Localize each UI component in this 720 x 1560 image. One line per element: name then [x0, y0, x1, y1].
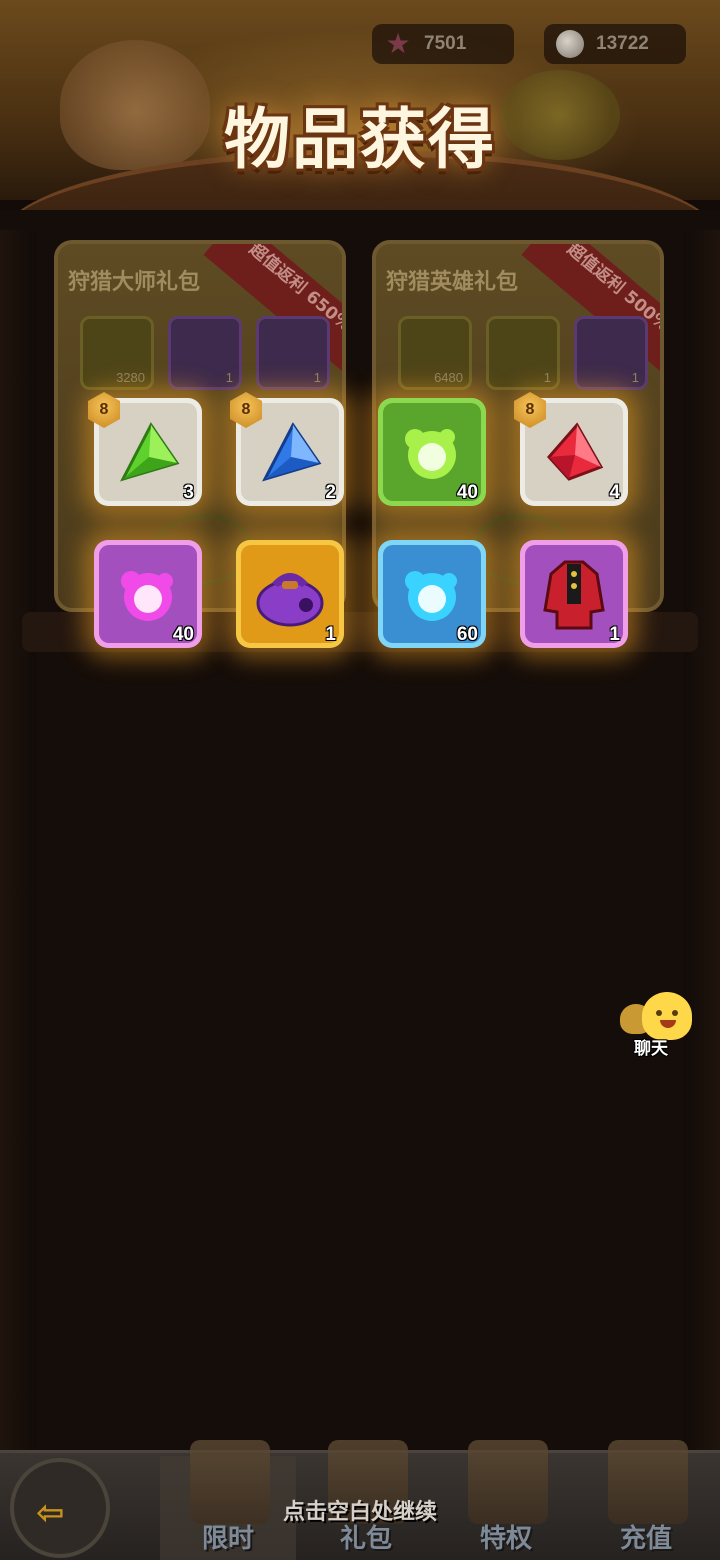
pack-item-count: 1: [225, 370, 233, 385]
gift-pack-title: 狩猎大师礼包: [68, 270, 201, 295]
pack-item-count: 1: [543, 370, 551, 385]
reward-item-green-essence[interactable]: 40: [378, 398, 486, 506]
reward-quantity: 2: [325, 482, 336, 503]
page-title: 物品获得: [224, 101, 496, 178]
right-wall-decoration: [684, 230, 720, 1450]
green-essence-icon: [405, 429, 456, 479]
pack-item-count: 1: [631, 370, 639, 385]
reward-quantity: 4: [609, 482, 620, 503]
pack-item-slot: 1: [168, 316, 242, 390]
star-currency: ★ 7501: [372, 24, 514, 64]
blue-essence-icon: [405, 571, 457, 621]
tap-to-continue-hint: 点击空白处继续: [282, 1500, 437, 1525]
pack-item-count: 6480: [434, 370, 463, 385]
chat-button[interactable]: 聊天: [616, 988, 696, 1059]
reward-item-red-coat[interactable]: 1: [520, 540, 628, 648]
reward-item-purple-essence[interactable]: 40: [94, 540, 202, 648]
blue-crystal-icon: [262, 422, 322, 482]
pack-item-count: 3280: [116, 370, 145, 385]
reward-quantity: 1: [325, 624, 336, 645]
reward-quantity: 60: [456, 624, 478, 645]
coin-icon: [556, 30, 584, 58]
pack-item-slot: 3280: [80, 316, 154, 390]
reward-item-treasure-bag[interactable]: 1: [236, 540, 344, 648]
pack-item-slot: 1: [256, 316, 330, 390]
reward-quantity: 1: [609, 624, 620, 645]
treasure-bag-icon: [256, 573, 324, 627]
red-crystal-icon: [546, 422, 604, 481]
coin-currency-value: 13722: [596, 33, 649, 54]
coin-currency: 13722: [544, 24, 686, 64]
green-crystal-icon: [120, 422, 180, 482]
pack-item-count: 1: [313, 370, 321, 385]
reward-item-green-crystal[interactable]: 8 3: [88, 392, 202, 506]
chat-label: 聊天: [634, 1039, 668, 1059]
chat-face-icon: [642, 992, 692, 1040]
reward-quantity: 3: [183, 482, 194, 503]
reward-item-red-crystal[interactable]: 8 4: [514, 392, 628, 506]
gift-pack-title: 狩猎英雄礼包: [386, 270, 519, 295]
purple-essence-icon: [121, 571, 173, 621]
star-icon: ★: [385, 27, 411, 60]
pack-item-slot: 6480: [398, 316, 472, 390]
pack-item-slot: 1: [574, 316, 648, 390]
reward-quantity: 40: [456, 482, 478, 503]
red-coat-icon: [543, 560, 605, 630]
reward-item-blue-crystal[interactable]: 8 2: [230, 392, 344, 506]
left-wall-decoration: [0, 230, 36, 1450]
reward-item-blue-essence[interactable]: 60: [378, 540, 486, 648]
pack-item-slot: 1: [486, 316, 560, 390]
reward-quantity: 40: [172, 624, 194, 645]
star-currency-value: 7501: [424, 33, 467, 54]
